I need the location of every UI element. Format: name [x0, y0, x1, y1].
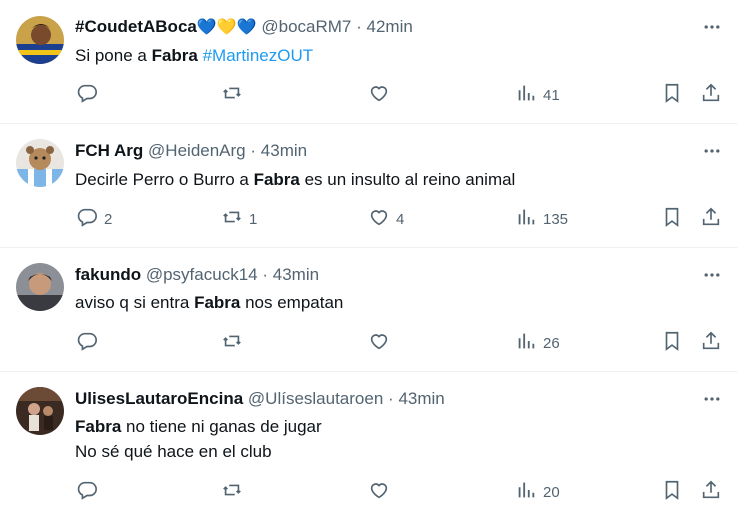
like-button[interactable]: 4: [368, 204, 404, 234]
repost-icon: [221, 479, 243, 506]
views-count: 26: [543, 334, 560, 352]
tweet-actions: 41: [0, 80, 738, 110]
hashtag-link[interactable]: #MartinezOUT: [203, 46, 314, 65]
bookmark-button[interactable]: [661, 328, 683, 358]
like-button[interactable]: [368, 80, 396, 110]
repost-button[interactable]: [221, 477, 249, 507]
views-button[interactable]: 26: [515, 328, 560, 358]
share-icon: [700, 479, 722, 506]
like-button[interactable]: [368, 328, 396, 358]
author-handle[interactable]: @psyfacuck14: [146, 265, 258, 284]
share-icon: [700, 330, 722, 357]
avatar[interactable]: [16, 263, 64, 311]
avatar[interactable]: [16, 16, 64, 64]
reply-icon: [76, 206, 98, 233]
repost-icon: [221, 330, 243, 357]
timestamp[interactable]: 43min: [261, 141, 307, 160]
reply-icon: [76, 330, 98, 357]
tweet-actions: 20: [0, 477, 738, 507]
author-name[interactable]: fakundo: [75, 265, 141, 284]
reply-count: 2: [104, 210, 113, 228]
views-button[interactable]: 135: [515, 204, 568, 234]
separator-dot: ·: [356, 17, 362, 36]
views-icon: [515, 330, 537, 357]
tweet-text: Decirle Perro o Burro a Fabra es un insu…: [75, 170, 516, 189]
like-icon: [368, 206, 390, 233]
views-count: 20: [543, 483, 560, 501]
more-icon[interactable]: [698, 388, 726, 410]
reply-button[interactable]: [76, 80, 104, 110]
author-name[interactable]: #CoudetABoca: [75, 17, 197, 36]
tweet-text: aviso q si entra Fabra nos empatan: [75, 293, 344, 312]
bookmark-icon: [661, 479, 683, 506]
like-icon: [368, 82, 390, 109]
repost-icon: [221, 206, 243, 233]
reply-icon: [76, 82, 98, 109]
bookmark-button[interactable]: [661, 477, 683, 507]
share-button[interactable]: [700, 204, 722, 234]
author-name[interactable]: FCH Arg: [75, 141, 143, 160]
mention-bold: Fabra: [194, 293, 241, 312]
author-handle[interactable]: @HeidenArg: [148, 141, 246, 160]
reply-icon: [76, 479, 98, 506]
share-icon: [700, 82, 722, 109]
mention-bold: Fabra: [151, 46, 198, 65]
views-icon: [515, 479, 537, 506]
views-button[interactable]: 20: [515, 477, 560, 507]
more-icon[interactable]: [698, 140, 726, 162]
more-icon[interactable]: [698, 264, 726, 286]
mention-bold: Fabra: [75, 417, 122, 436]
reply-button[interactable]: [76, 328, 104, 358]
tweet-text: Fabra no tiene ni ganas de jugar No sé q…: [75, 417, 322, 461]
repost-count: 1: [249, 210, 258, 228]
separator-dot: ·: [262, 265, 269, 284]
repost-icon: [221, 82, 243, 109]
bookmark-icon: [661, 330, 683, 357]
like-button[interactable]: [368, 477, 396, 507]
bookmark-icon: [661, 82, 683, 109]
separator-dot: ·: [388, 389, 394, 408]
author-handle[interactable]: @Ulíseslautaroen: [248, 389, 383, 408]
tweet[interactable]: UlisesLautaroEncina @Ulíseslautaroen · 4…: [0, 371, 738, 512]
timestamp[interactable]: 43min: [273, 265, 319, 284]
tweet[interactable]: fakundo @psyfacuck14 · 43min aviso q si …: [0, 247, 738, 372]
views-count: 135: [543, 210, 569, 228]
repost-button[interactable]: [221, 328, 249, 358]
share-icon: [700, 206, 722, 233]
author-emoji: 💙💛💙: [196, 19, 257, 36]
repost-button[interactable]: 1: [221, 204, 257, 234]
tweet-text: Si pone a Fabra #MartinezOUT: [75, 46, 314, 65]
tweet-actions: 2 1 4 135: [0, 204, 738, 234]
views-button[interactable]: 41: [515, 80, 560, 110]
like-count: 4: [396, 210, 405, 228]
like-icon: [368, 479, 390, 506]
avatar[interactable]: [16, 139, 64, 187]
separator-dot: ·: [250, 141, 257, 160]
repost-button[interactable]: [221, 80, 249, 110]
author-name[interactable]: UlisesLautaroEncina: [75, 389, 243, 408]
tweet[interactable]: FCH Arg @HeidenArg · 43min Decirle Perro…: [0, 123, 738, 248]
timestamp[interactable]: 43min: [398, 389, 444, 408]
tweet[interactable]: #CoudetABoca💙💛💙 @bocaRM7 · 42min Si pone…: [0, 0, 738, 124]
share-button[interactable]: [700, 328, 722, 358]
share-button[interactable]: [700, 477, 722, 507]
author-handle[interactable]: @bocaRM7: [261, 17, 351, 36]
share-button[interactable]: [700, 80, 722, 110]
bookmark-icon: [661, 206, 683, 233]
views-icon: [515, 82, 537, 109]
reply-button[interactable]: [76, 477, 104, 507]
reply-button[interactable]: 2: [76, 204, 112, 234]
bookmark-button[interactable]: [661, 204, 683, 234]
like-icon: [368, 330, 390, 357]
more-icon[interactable]: [698, 16, 726, 38]
avatar[interactable]: [16, 387, 64, 435]
mention-bold: Fabra: [253, 170, 300, 189]
views-icon: [515, 206, 537, 233]
bookmark-button[interactable]: [661, 80, 683, 110]
timestamp[interactable]: 42min: [367, 17, 413, 36]
tweet-actions: 26: [0, 328, 738, 358]
